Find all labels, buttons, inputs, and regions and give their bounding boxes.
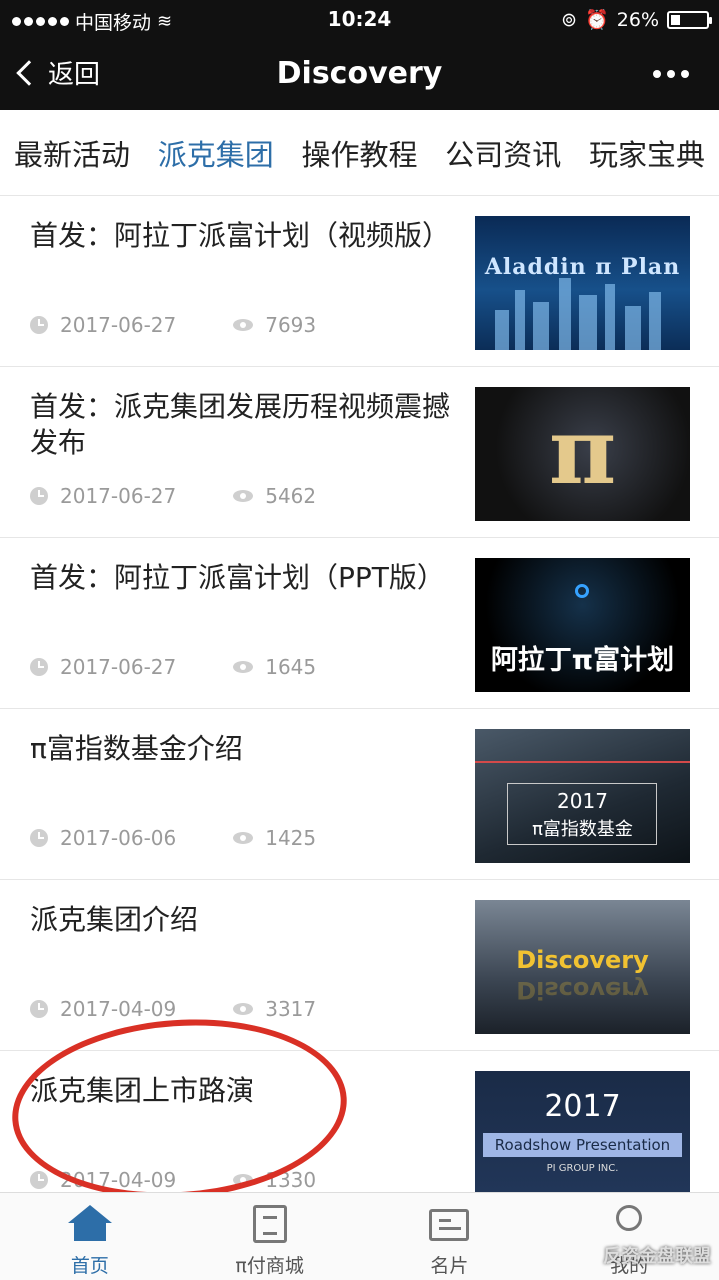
article-views: 7693 bbox=[265, 313, 317, 337]
clock-icon bbox=[30, 1000, 48, 1018]
card-icon bbox=[429, 1209, 470, 1241]
article-thumbnail: 阿拉丁π富计划 bbox=[475, 558, 690, 692]
clock-icon bbox=[30, 1171, 48, 1189]
home-icon bbox=[67, 1205, 112, 1241]
pi-logo: π bbox=[548, 397, 617, 505]
article-views: 1425 bbox=[265, 826, 317, 850]
profile-icon bbox=[616, 1205, 643, 1231]
article-date: 2017-06-27 bbox=[60, 655, 177, 679]
article-thumbnail: Discovery Discovery bbox=[475, 900, 690, 1034]
article-views: 5462 bbox=[265, 484, 317, 508]
clock-icon bbox=[30, 829, 48, 847]
article-thumbnail: 2017 Roadshow Presentation PI GROUP INC. bbox=[475, 1071, 690, 1205]
thumbnail-company: PI GROUP INC. bbox=[546, 1163, 619, 1174]
article-thumbnail: Aladdin π Plan bbox=[475, 216, 690, 350]
nav-bar: 返回 Discovery bbox=[0, 40, 719, 110]
shop-icon bbox=[252, 1205, 287, 1243]
thumbnail-caption: 阿拉丁π富计划 bbox=[490, 645, 675, 676]
article-title: 首发：阿拉丁派富计划（PPT版） bbox=[30, 561, 445, 594]
article-date: 2017-06-06 bbox=[60, 826, 177, 850]
thumbnail-reflection: Discovery bbox=[516, 976, 649, 1004]
article-thumbnail: 2017 π富指数基金 bbox=[475, 729, 690, 863]
eye-icon bbox=[233, 319, 254, 331]
battery-percent: 26% bbox=[616, 8, 659, 31]
rotation-lock-icon: ⊚ bbox=[561, 8, 578, 31]
list-item[interactable]: 首发：派克集团发展历程视频震撼发布 2017-06-27 5462 π bbox=[0, 367, 719, 538]
article-title: 首发：派克集团发展历程视频震撼发布 bbox=[30, 390, 451, 459]
page-title: Discovery bbox=[276, 56, 443, 91]
list-item[interactable]: 派克集团介绍 2017-04-09 3317 Discovery Discove… bbox=[0, 880, 719, 1051]
article-meta: 2017-04-09 3317 bbox=[30, 997, 316, 1021]
tab-pi-group[interactable]: 派克集团 bbox=[158, 132, 274, 174]
eye-icon bbox=[233, 661, 254, 673]
eye-icon bbox=[233, 490, 254, 502]
clock-icon bbox=[30, 658, 48, 676]
tab-tutorials[interactable]: 操作教程 bbox=[301, 132, 417, 174]
battery-icon bbox=[667, 10, 712, 29]
article-date: 2017-04-09 bbox=[60, 997, 177, 1021]
more-button[interactable] bbox=[653, 70, 689, 78]
category-tabs: 最新活动 派克集团 操作教程 公司资讯 玩家宝典 bbox=[0, 110, 719, 196]
article-title: π富指数基金介绍 bbox=[30, 732, 243, 765]
article-date: 2017-06-27 bbox=[60, 484, 177, 508]
article-views: 1645 bbox=[265, 655, 317, 679]
tab-latest-activity[interactable]: 最新活动 bbox=[14, 132, 130, 174]
watermark: 反资金盘联盟 bbox=[603, 1246, 711, 1267]
thumbnail-caption: Roadshow Presentation bbox=[483, 1133, 682, 1157]
article-date: 2017-06-27 bbox=[60, 313, 177, 337]
article-title: 首发：阿拉丁派富计划（视频版） bbox=[30, 219, 451, 252]
tabbar-home[interactable]: 首页 bbox=[0, 1193, 180, 1280]
list-item[interactable]: 首发：阿拉丁派富计划（视频版） 2017-06-27 7693 Aladdin … bbox=[0, 196, 719, 367]
thumbnail-caption: Discovery bbox=[516, 946, 649, 974]
tabbar-shop[interactable]: π付商城 bbox=[180, 1193, 360, 1280]
list-item[interactable]: π富指数基金介绍 2017-06-06 1425 2017 π富指数基金 bbox=[0, 709, 719, 880]
thumbnail-year: 2017 bbox=[557, 789, 608, 813]
tabbar-label: 首页 bbox=[70, 1255, 109, 1277]
tabbar-card[interactable]: 名片 bbox=[360, 1193, 540, 1280]
list-item[interactable]: 首发：阿拉丁派富计划（PPT版） 2017-06-27 1645 阿拉丁π富计划 bbox=[0, 538, 719, 709]
tab-company-news[interactable]: 公司资讯 bbox=[445, 132, 561, 174]
article-meta: 2017-06-27 7693 bbox=[30, 313, 316, 337]
status-bar: 中国移动 ≋ 10:24 ⊚ ⏰ 26% bbox=[0, 0, 719, 40]
clock-icon bbox=[30, 487, 48, 505]
article-thumbnail: π bbox=[475, 387, 690, 521]
thumbnail-caption: Aladdin π Plan bbox=[484, 254, 681, 280]
tab-player-guide[interactable]: 玩家宝典 bbox=[589, 132, 705, 174]
location-pin-icon bbox=[575, 584, 589, 598]
article-meta: 2017-06-27 5462 bbox=[30, 484, 316, 508]
thumbnail-year: 2017 bbox=[544, 1089, 621, 1124]
tabbar-label: π付商城 bbox=[235, 1255, 304, 1277]
battery-level bbox=[671, 14, 680, 25]
article-title: 派克集团介绍 bbox=[30, 903, 199, 936]
article-meta: 2017-06-06 1425 bbox=[30, 826, 316, 850]
alarm-icon: ⏰ bbox=[585, 9, 609, 31]
article-meta: 2017-06-27 1645 bbox=[30, 655, 316, 679]
thumbnail-caption: π富指数基金 bbox=[532, 819, 633, 840]
tabbar-label: 名片 bbox=[430, 1255, 469, 1277]
clock-icon bbox=[30, 316, 48, 334]
eye-icon bbox=[233, 832, 254, 844]
article-views: 3317 bbox=[265, 997, 317, 1021]
eye-icon bbox=[233, 1003, 254, 1015]
